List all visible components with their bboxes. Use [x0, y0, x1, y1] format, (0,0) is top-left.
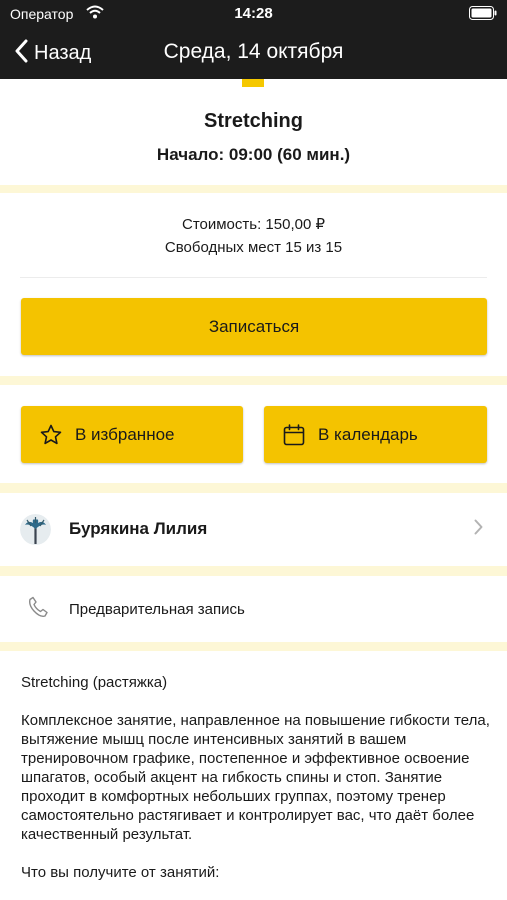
- class-price: Стоимость: 150,00 ₽: [181, 216, 326, 233]
- divider: [20, 277, 487, 278]
- status-bar: Оператор 14:28: [0, 0, 507, 28]
- class-title: Stretching: [204, 110, 303, 132]
- description-heading: Stretching (растяжка): [21, 674, 168, 691]
- class-start-time: Начало: 09:00 (60 мин.): [156, 145, 351, 164]
- battery-icon: [469, 6, 497, 25]
- calendar-button-label: В календарь: [318, 424, 418, 444]
- class-description: Stretching (растяжка) Комплексное заняти…: [21, 673, 491, 900]
- trainer-row[interactable]: Бурякина Лилия: [0, 500, 507, 558]
- pre-booking-row[interactable]: Предварительная запись: [0, 585, 507, 633]
- phone-icon: [28, 596, 48, 623]
- pre-booking-label: Предварительная запись: [69, 600, 245, 618]
- add-to-favorites-button[interactable]: В избранное: [21, 406, 243, 463]
- description-body: Комплексное занятие, направленное на пов…: [21, 712, 490, 843]
- chevron-left-icon: [14, 39, 28, 68]
- section-separator: [0, 566, 507, 576]
- trainer-avatar: [20, 513, 51, 545]
- signup-button-label: Записаться: [208, 316, 300, 336]
- navigation-bar: Назад Среда, 14 октября: [0, 28, 507, 79]
- description-subheading: Что вы получите от занятий:: [21, 864, 220, 881]
- star-icon: [39, 423, 63, 447]
- chevron-right-icon: [474, 519, 483, 540]
- back-label: Назад: [34, 41, 92, 64]
- section-separator: [0, 185, 507, 193]
- status-time: 14:28: [234, 5, 273, 22]
- section-separator: [0, 642, 507, 651]
- available-seats: Свободных мест 15 из 15: [164, 239, 343, 256]
- trainer-name: Бурякина Лилия: [69, 519, 208, 538]
- signup-button[interactable]: Записаться: [21, 298, 487, 355]
- favorite-button-label: В избранное: [75, 424, 175, 444]
- add-to-calendar-button[interactable]: В календарь: [264, 406, 487, 463]
- selected-day-indicator: [242, 79, 264, 87]
- section-separator: [0, 483, 507, 493]
- back-button[interactable]: Назад: [14, 38, 91, 68]
- calendar-icon: [282, 423, 306, 447]
- section-separator: [0, 376, 507, 385]
